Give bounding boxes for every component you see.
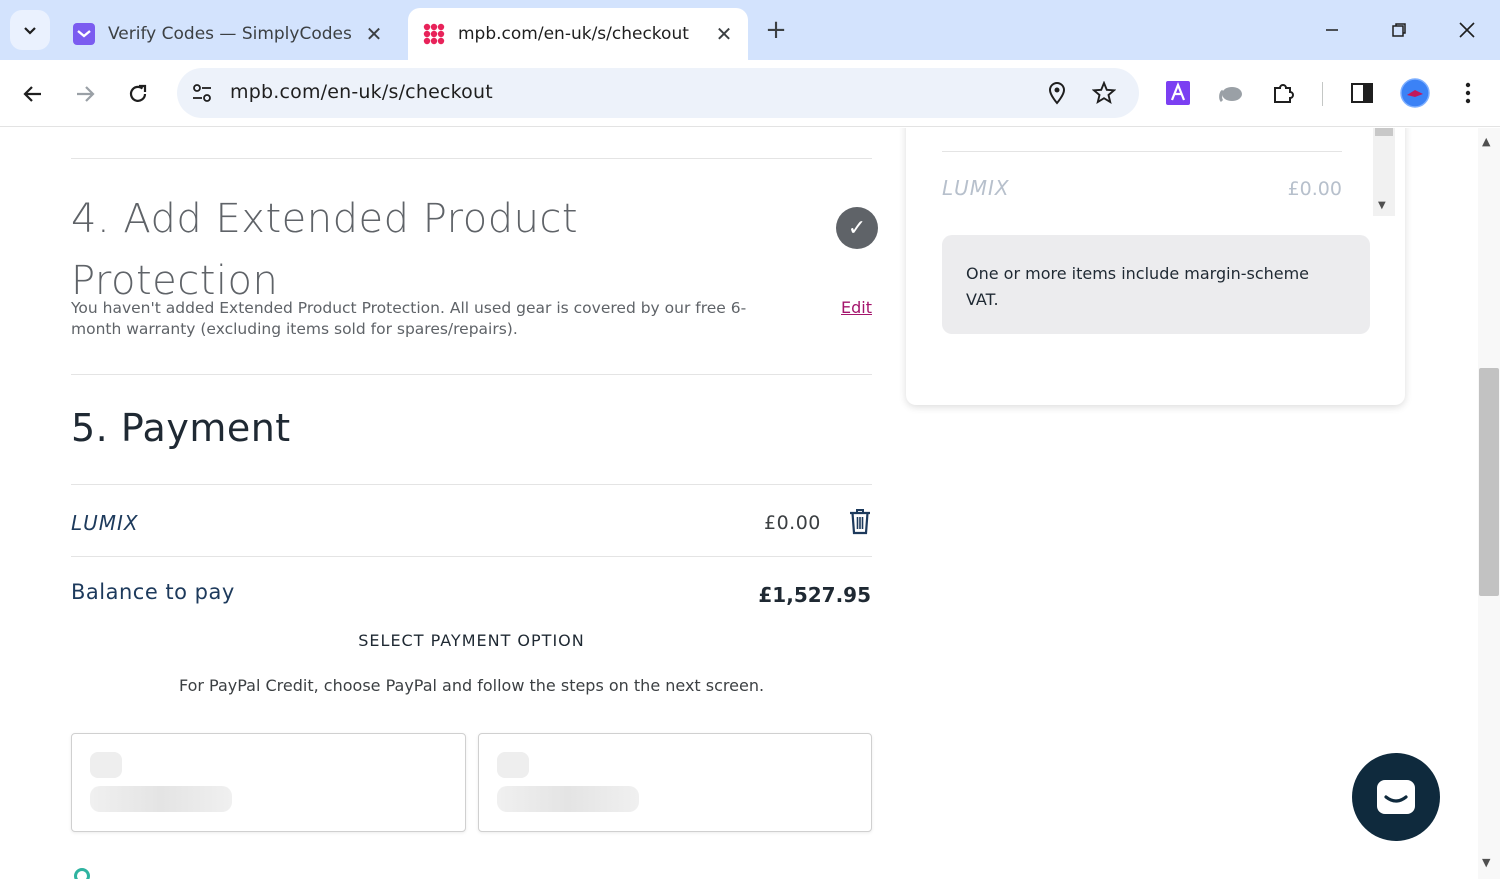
tab-simplycodes[interactable]: Verify Codes — SimplyCodes ✕ [58, 8, 398, 60]
new-tab-plus-icon[interactable]: + [760, 14, 792, 46]
divider [71, 556, 872, 557]
divider [71, 374, 872, 375]
section-5-title: 5. Payment [71, 406, 291, 450]
profile-avatar-icon[interactable] [1400, 78, 1430, 108]
close-icon[interactable]: ✕ [364, 22, 384, 46]
paypal-credit-note: For PayPal Credit, choose PayPal and fol… [178, 676, 765, 695]
balance-to-pay-value: £1,527.95 [758, 583, 871, 607]
balance-to-pay-label: Balance to pay [71, 580, 235, 604]
payment-option-card-loading[interactable] [71, 733, 466, 832]
reload-icon[interactable] [118, 74, 158, 114]
tab-title: Verify Codes — SimplyCodes [108, 24, 352, 44]
mpb-favicon-icon [423, 23, 445, 45]
edit-protection-link[interactable]: Edit [841, 298, 872, 317]
simplycodes-favicon-icon [73, 23, 95, 45]
scroll-down-arrow-icon[interactable]: ▼ [1482, 856, 1490, 869]
location-pin-icon[interactable] [1046, 81, 1068, 105]
minimize-icon[interactable] [1312, 10, 1352, 50]
skeleton-placeholder [497, 752, 529, 778]
divider [71, 484, 872, 485]
tab-mpb-checkout[interactable]: mpb.com/en-uk/s/checkout ✕ [408, 8, 748, 60]
summary-scrollbar-thumb[interactable] [1375, 128, 1393, 136]
browser-toolbar: mpb.com/en-uk/s/checkout [0, 60, 1500, 127]
forward-arrow-icon[interactable] [65, 74, 105, 114]
select-payment-option-heading: SELECT PAYMENT OPTION [358, 631, 585, 650]
site-settings-icon[interactable] [191, 82, 213, 104]
tab-strip: Verify Codes — SimplyCodes ✕ mpb.com/en-… [0, 0, 1500, 60]
skeleton-placeholder [90, 752, 122, 778]
url-text: mpb.com/en-uk/s/checkout [230, 81, 493, 103]
page-scrollbar-thumb[interactable] [1479, 368, 1499, 596]
page-content: 4. Add Extended Product Protection ✓ You… [0, 128, 1478, 879]
close-icon[interactable]: ✕ [714, 22, 734, 46]
trash-icon[interactable] [848, 507, 872, 535]
extension-a-icon[interactable] [1163, 78, 1193, 108]
summary-item-name: LUMIX [942, 176, 1010, 200]
chat-launcher-button[interactable] [1352, 753, 1440, 841]
payment-item-name: LUMIX [71, 511, 139, 535]
back-arrow-icon[interactable] [13, 74, 53, 114]
tab-title: mpb.com/en-uk/s/checkout [458, 24, 689, 44]
summary-item-price: £0.00 [1287, 178, 1342, 200]
chevron-down-icon [24, 27, 36, 35]
margin-vat-note: One or more items include margin-scheme … [942, 235, 1370, 334]
browser-menu-icon[interactable] [1453, 78, 1483, 108]
extension-elephant-icon[interactable] [1216, 78, 1246, 108]
toolbar-separator [1322, 82, 1323, 106]
payment-option-card-loading[interactable] [478, 733, 872, 832]
section-4-title: 4. Add Extended Product Protection [71, 196, 579, 304]
payment-item-price: £0.00 [764, 512, 821, 534]
side-panel-icon[interactable] [1347, 78, 1377, 108]
restore-icon[interactable] [1379, 10, 1419, 50]
address-bar[interactable]: mpb.com/en-uk/s/checkout [177, 68, 1139, 118]
divider [942, 151, 1342, 152]
loading-spinner-icon [74, 868, 90, 879]
tab-search-button[interactable] [10, 10, 50, 50]
scroll-down-arrow-icon[interactable]: ▼ [1378, 200, 1386, 211]
section-4-description: You haven't added Extended Product Prote… [71, 299, 747, 338]
checkmark-icon: ✓ [836, 207, 878, 249]
scroll-up-arrow-icon[interactable]: ▲ [1482, 135, 1490, 148]
skeleton-placeholder [497, 786, 639, 812]
divider [71, 158, 872, 159]
extensions-puzzle-icon[interactable] [1269, 78, 1299, 108]
bookmark-star-icon[interactable] [1092, 81, 1116, 105]
close-window-icon[interactable] [1447, 10, 1487, 50]
chat-icon [1377, 780, 1415, 814]
skeleton-placeholder [90, 786, 232, 812]
